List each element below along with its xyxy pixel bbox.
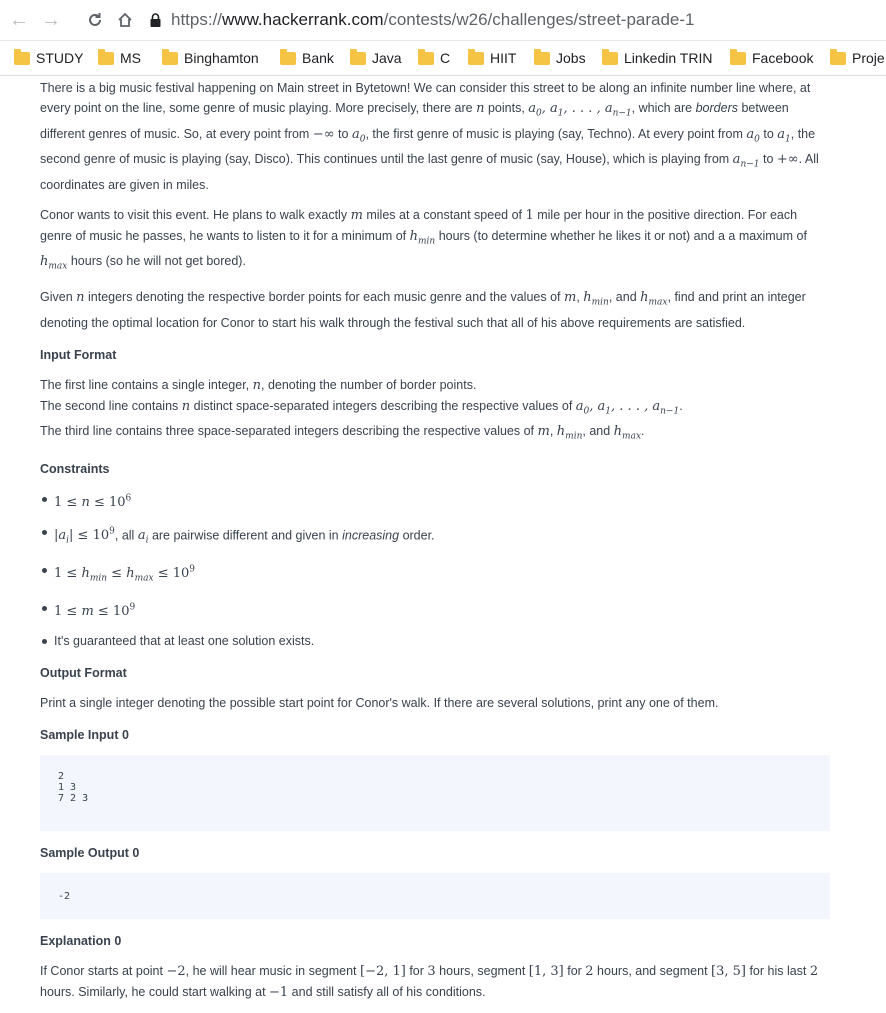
folder-icon: [602, 48, 618, 65]
bookmark-label: C: [440, 50, 451, 66]
output-format-heading: Output Format: [40, 666, 127, 681]
list-item: 1 ≤ n ≤ 106: [40, 489, 830, 513]
bookmark-label: Java: [372, 50, 402, 66]
url-path: /contests/w26/challenges/street-parade-1: [383, 10, 695, 29]
home-icon[interactable]: [114, 9, 136, 31]
folder-icon: [280, 48, 296, 65]
sample-input-heading: Sample Input 0: [40, 728, 129, 743]
explanation-text: If Conor starts at point −2, he will hea…: [40, 964, 819, 1001]
constraints-list: 1 ≤ n ≤ 106 |ai| ≤ 109, all ai are pairw…: [40, 489, 830, 652]
bookmark-ms[interactable]: MS: [98, 48, 141, 67]
list-item: 1 ≤ m ≤ 109: [40, 598, 830, 622]
bookmark-bank[interactable]: Bank: [280, 48, 334, 67]
bookmark-label: STUDY: [36, 50, 84, 66]
bookmark-label: Jobs: [556, 50, 586, 66]
bookmark-label: MS: [120, 50, 141, 66]
bookmark-study[interactable]: STUDY: [14, 48, 84, 67]
folder-icon: [534, 48, 550, 65]
sample-output-heading: Sample Output 0: [40, 846, 140, 861]
bookmark-c[interactable]: C: [418, 48, 451, 67]
folder-icon: [468, 48, 484, 65]
bookmark-label: Facebook: [752, 50, 814, 66]
arrow-left-icon[interactable]: ←: [8, 9, 30, 31]
folder-icon: [730, 48, 746, 65]
bookmark-label: HIIT: [490, 50, 517, 66]
folder-icon: [14, 48, 30, 65]
folder-icon: [418, 48, 434, 65]
bookmark-linkedin-trin[interactable]: Linkedin TRIN: [602, 48, 713, 67]
output-format-text: Print a single integer denoting the poss…: [40, 696, 719, 711]
bookmark-binghamton[interactable]: Binghamton: [162, 48, 259, 67]
intro-paragraph: There is a big music festival happening …: [40, 81, 819, 192]
bookmark-jobs[interactable]: Jobs: [534, 48, 586, 67]
arrow-right-icon[interactable]: →: [40, 9, 62, 31]
bookmark-label: Linkedin TRIN: [624, 50, 713, 66]
bookmark-proje[interactable]: Proje: [830, 48, 885, 67]
address-bar[interactable]: https://www.hackerrank.com/contests/w26/…: [171, 9, 695, 31]
url-scheme: https://: [171, 10, 223, 29]
bookmark-facebook[interactable]: Facebook: [730, 48, 814, 67]
list-item: 1 ≤ hmin ≤ hmax ≤ 109: [40, 560, 830, 589]
walk-paragraph: Conor wants to visit this event. He plan…: [40, 207, 807, 272]
browser-toolbar: ← → https://www.hackerrank.com/contests/…: [0, 0, 886, 41]
bookmark-hiit[interactable]: HIIT: [468, 48, 517, 67]
sample-output-block: -2: [40, 873, 830, 920]
lock-icon: [150, 13, 161, 27]
bookmark-label: Bank: [302, 50, 334, 66]
bookmark-label: Binghamton: [184, 50, 259, 66]
bookmark-label: Proje: [852, 50, 885, 66]
sample-input-block: 2 1 3 7 2 3: [40, 755, 830, 832]
explanation-heading: Explanation 0: [40, 934, 122, 949]
folder-icon: [350, 48, 366, 65]
reload-icon[interactable]: [84, 9, 106, 31]
list-item: It's guaranteed that at least one soluti…: [40, 631, 830, 651]
folder-icon: [98, 48, 114, 65]
bookmarks-bar: STUDY MS Binghamton Bank Java C HIIT Job…: [0, 41, 886, 76]
constraints-heading: Constraints: [40, 461, 110, 476]
folder-icon: [162, 48, 178, 65]
folder-icon: [830, 48, 846, 65]
input-format-heading: Input Format: [40, 347, 117, 362]
url-host: www.hackerrank.com: [222, 10, 384, 29]
problem-statement: There is a big music festival happening …: [40, 78, 830, 1013]
input-format-text: The first line contains a single integer…: [40, 377, 683, 442]
bookmark-java[interactable]: Java: [350, 48, 402, 67]
list-item: |ai| ≤ 109, all ai are pairwise differen…: [40, 522, 830, 551]
task-paragraph: Given n integers denoting the respective…: [40, 289, 806, 330]
